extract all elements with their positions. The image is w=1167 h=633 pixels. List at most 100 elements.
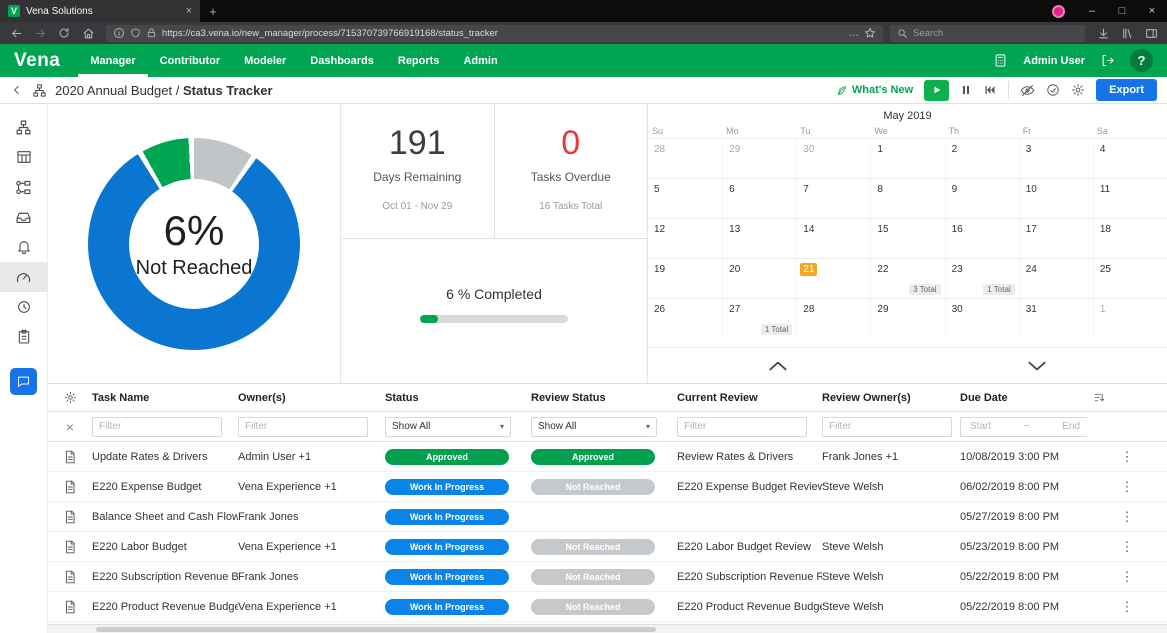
- calendar-day-cell[interactable]: 20: [722, 258, 796, 298]
- calendar-day-cell[interactable]: 223 Total: [870, 258, 944, 298]
- sidebar-item-history[interactable]: [0, 292, 48, 322]
- calendar-day-cell[interactable]: 17: [1019, 218, 1093, 258]
- row-menu-kebab-icon[interactable]: ⋮: [1121, 600, 1134, 613]
- sort-button[interactable]: [1093, 391, 1106, 404]
- url-text[interactable]: https://ca3.vena.io/new_manager/process/…: [162, 28, 843, 39]
- hide-tasks-button[interactable]: [1020, 83, 1035, 98]
- row-menu-kebab-icon[interactable]: ⋮: [1121, 480, 1134, 493]
- calendar-day-cell[interactable]: 10: [1019, 178, 1093, 218]
- calendar-day-cell[interactable]: 26: [648, 298, 722, 338]
- settings-button[interactable]: [1071, 83, 1085, 97]
- page-actions-icon[interactable]: …: [848, 28, 859, 39]
- calendar-day-cell[interactable]: 13: [722, 218, 796, 258]
- calendar-day-cell[interactable]: 14: [796, 218, 870, 258]
- horizontal-scrollbar[interactable]: [48, 624, 1167, 633]
- vena-logo[interactable]: Vena: [14, 50, 60, 72]
- export-button[interactable]: Export: [1096, 79, 1157, 101]
- sidebar-item-templates[interactable]: [0, 142, 48, 172]
- calendar-day-cell[interactable]: 24: [1019, 258, 1093, 298]
- task-row[interactable]: E220 Expense BudgetVena Experience +1Wor…: [48, 472, 1167, 502]
- owner-filter-input[interactable]: [238, 417, 368, 437]
- tab-close-icon[interactable]: ×: [186, 5, 192, 17]
- nav-item-dashboards[interactable]: Dashboards: [298, 44, 386, 77]
- browser-tab[interactable]: V Vena Solutions ×: [0, 0, 200, 22]
- calendar-day-cell[interactable]: 11: [1093, 178, 1167, 218]
- library-button[interactable]: [1116, 24, 1138, 42]
- reload-button[interactable]: [53, 24, 75, 42]
- sidebar-item-workflow[interactable]: [0, 172, 48, 202]
- calendar-expand-button[interactable]: [908, 348, 1167, 383]
- skip-back-button[interactable]: [983, 84, 997, 96]
- column-header-current-review[interactable]: Current Review: [677, 392, 822, 404]
- url-bar[interactable]: https://ca3.vena.io/new_manager/process/…: [106, 25, 883, 42]
- account-avatar[interactable]: [1052, 5, 1065, 18]
- task-row[interactable]: E220 Product Revenue BudgetVena Experien…: [48, 592, 1167, 622]
- bookmark-star-icon[interactable]: [864, 27, 876, 39]
- calendar-day-cell[interactable]: 3: [1019, 138, 1093, 178]
- review-owner-filter-input[interactable]: [822, 417, 952, 437]
- calendar-day-cell[interactable]: 1: [1093, 298, 1167, 338]
- maximize-button[interactable]: □: [1107, 0, 1137, 22]
- complete-all-button[interactable]: [1046, 83, 1060, 97]
- calendar-day-cell[interactable]: 7: [796, 178, 870, 218]
- column-header-owners[interactable]: Owner(s): [238, 392, 385, 404]
- file-icon[interactable]: [63, 600, 77, 614]
- calendar-day-cell[interactable]: 21: [796, 258, 870, 298]
- status-donut-chart[interactable]: 6% Not Reached: [88, 138, 300, 350]
- sidebar-item-files[interactable]: [0, 202, 48, 232]
- column-header-task-name[interactable]: Task Name: [92, 392, 238, 404]
- task-row[interactable]: E220 Subscription Revenue Bu...Frank Jon…: [48, 562, 1167, 592]
- search-input[interactable]: [913, 28, 1078, 39]
- calendar-day-cell[interactable]: 271 Total: [722, 298, 796, 338]
- row-menu-kebab-icon[interactable]: ⋮: [1121, 450, 1134, 463]
- sidebar-item-reports[interactable]: [0, 322, 48, 352]
- clear-filters-button[interactable]: ×: [66, 420, 74, 434]
- calendar-day-cell[interactable]: 29: [722, 138, 796, 178]
- row-menu-kebab-icon[interactable]: ⋮: [1121, 570, 1134, 583]
- task-row[interactable]: Update Rates & DriversAdmin User +1Appro…: [48, 442, 1167, 472]
- file-icon[interactable]: [63, 510, 77, 524]
- file-icon[interactable]: [63, 450, 77, 464]
- column-settings-button[interactable]: [64, 391, 77, 404]
- nav-item-manager[interactable]: Manager: [78, 44, 147, 77]
- sidebar-item-alerts[interactable]: [0, 232, 48, 262]
- logout-button[interactable]: [1100, 53, 1115, 68]
- feedback-button[interactable]: [10, 368, 37, 395]
- sidebar-item-hierarchy[interactable]: [0, 112, 48, 142]
- device-button[interactable]: [993, 53, 1008, 68]
- calendar-day-cell[interactable]: 12: [648, 218, 722, 258]
- nav-item-modeler[interactable]: Modeler: [232, 44, 298, 77]
- calendar-day-cell[interactable]: 19: [648, 258, 722, 298]
- calendar-day-cell[interactable]: 30: [796, 138, 870, 178]
- calendar-day-cell[interactable]: 8: [870, 178, 944, 218]
- task-row[interactable]: Balance Sheet and Cash Flow ...Frank Jon…: [48, 502, 1167, 532]
- calendar-day-cell[interactable]: 1: [870, 138, 944, 178]
- nav-item-admin[interactable]: Admin: [451, 44, 509, 77]
- calendar-day-cell[interactable]: 25: [1093, 258, 1167, 298]
- status-filter-select[interactable]: Show All ▾: [385, 417, 511, 437]
- minimize-button[interactable]: –: [1077, 0, 1107, 22]
- scrollbar-thumb[interactable]: [96, 627, 656, 632]
- task-row[interactable]: E220 Labor BudgetVena Experience +1Work …: [48, 532, 1167, 562]
- search-bar[interactable]: [890, 25, 1085, 42]
- calendar-total-badge[interactable]: 3 Total: [909, 284, 940, 295]
- user-name[interactable]: Admin User: [1023, 55, 1085, 67]
- calendar-day-cell[interactable]: 29: [870, 298, 944, 338]
- calendar-day-cell[interactable]: 4: [1093, 138, 1167, 178]
- help-button[interactable]: ?: [1130, 49, 1153, 72]
- column-header-review-owners[interactable]: Review Owner(s): [822, 392, 960, 404]
- column-header-status[interactable]: Status: [385, 392, 531, 404]
- info-icon[interactable]: [113, 27, 125, 39]
- calendar-day-cell[interactable]: 15: [870, 218, 944, 258]
- play-button[interactable]: [924, 80, 949, 101]
- file-icon[interactable]: [63, 540, 77, 554]
- row-menu-kebab-icon[interactable]: ⋮: [1121, 510, 1134, 523]
- whats-new-link[interactable]: What's New: [836, 84, 913, 96]
- nav-item-contributor[interactable]: Contributor: [148, 44, 232, 77]
- new-tab-button[interactable]: +: [200, 0, 226, 22]
- page-back-button[interactable]: [10, 83, 24, 97]
- calendar-day-cell[interactable]: 28: [648, 138, 722, 178]
- column-header-review-status[interactable]: Review Status: [531, 392, 677, 404]
- nav-item-reports[interactable]: Reports: [386, 44, 452, 77]
- file-icon[interactable]: [63, 480, 77, 494]
